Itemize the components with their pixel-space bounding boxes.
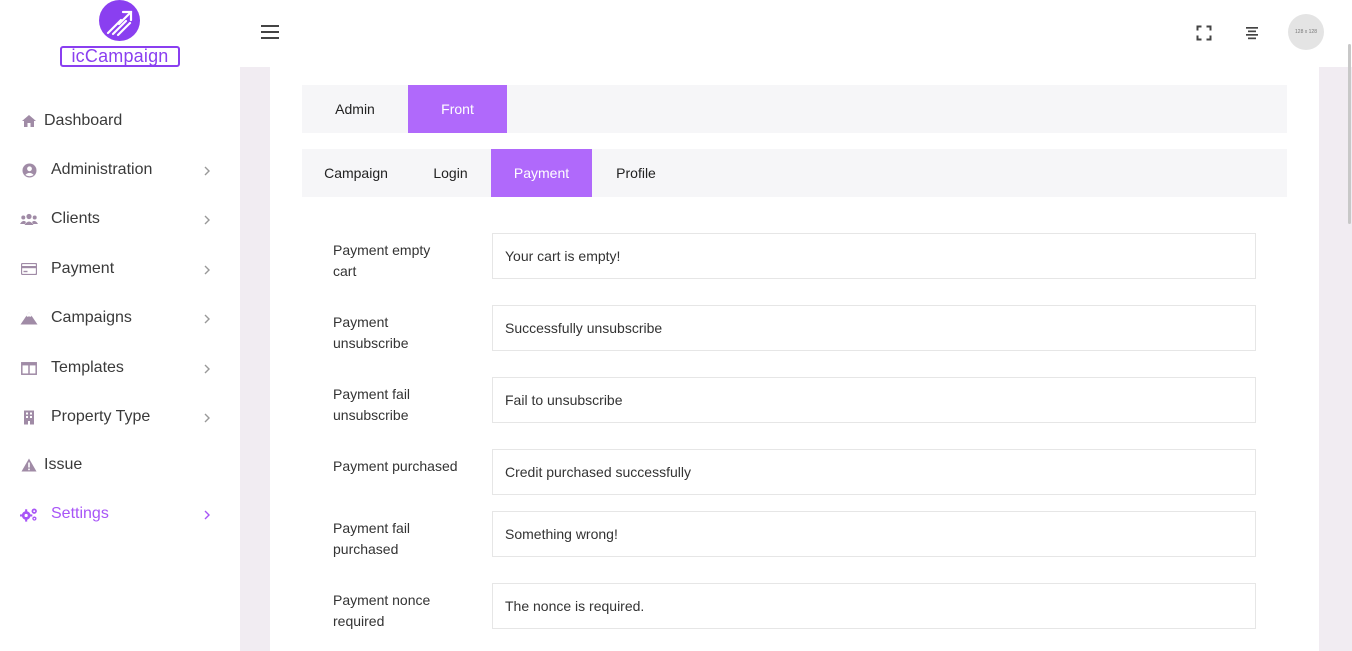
sidebar-item-label: Property Type	[51, 408, 151, 425]
warning-icon	[20, 457, 38, 473]
sidebar-item-templates[interactable]: Templates	[0, 353, 240, 383]
home-icon	[20, 113, 38, 129]
credit-card-icon	[20, 261, 38, 277]
sidebar-item-dashboard[interactable]: Dashboard	[0, 106, 240, 136]
settings-card: Admin Front Campaign Login Payment Profi…	[270, 67, 1319, 651]
sidebar-item-administration[interactable]: Administration	[0, 155, 240, 185]
chevron-right-icon	[203, 213, 211, 225]
scrollbar-thumb[interactable]	[1348, 44, 1351, 224]
sidebar-item-label: Campaigns	[51, 309, 132, 326]
chevron-right-icon	[203, 164, 211, 176]
sidebar-item-label: Administration	[51, 161, 153, 178]
avatar[interactable]: 128 x 128	[1288, 14, 1324, 50]
chevron-right-icon	[203, 312, 211, 324]
sidebar-item-property-type[interactable]: Property Type	[0, 402, 240, 432]
tab-profile[interactable]: Profile	[592, 149, 680, 197]
field-label: Payment unsubscribe	[333, 314, 409, 351]
field-label: Payment fail purchased	[333, 520, 411, 557]
chevron-right-icon	[203, 263, 211, 275]
tab-admin[interactable]: Admin	[302, 85, 408, 133]
sidebar-item-label: Dashboard	[44, 112, 123, 129]
sidebar-item-payment[interactable]: Payment	[0, 254, 240, 284]
field-label: Payment empty cart	[333, 242, 431, 279]
fullscreen-icon[interactable]	[1196, 25, 1212, 41]
sidebar-item-label: Issue	[44, 456, 83, 473]
tab-payment[interactable]: Payment	[491, 149, 592, 197]
payment-unsubscribe-input[interactable]	[492, 305, 1256, 351]
payment-empty-cart-input[interactable]	[492, 233, 1256, 279]
building-icon	[20, 409, 38, 425]
sidebar-item-settings[interactable]: Settings	[0, 499, 240, 529]
brand-logo[interactable]: icCampaign	[58, 0, 182, 70]
chevron-right-icon	[203, 508, 211, 520]
logo-icon	[99, 0, 140, 41]
users-icon	[20, 211, 38, 227]
primary-tab-bar: Admin Front	[302, 85, 1287, 133]
mountain-icon	[20, 310, 38, 326]
align-center-icon[interactable]	[1244, 25, 1260, 41]
columns-icon	[20, 360, 38, 376]
sidebar: icCampaign Dashboard Administration Clie…	[0, 0, 240, 651]
tab-front[interactable]: Front	[408, 85, 507, 133]
field-label: Payment nonce required	[333, 592, 431, 629]
sidebar-item-label: Clients	[51, 210, 100, 227]
payment-fail-unsubscribe-input[interactable]	[492, 377, 1256, 423]
gears-icon	[20, 506, 38, 522]
secondary-tab-bar: Campaign Login Payment Profile	[302, 149, 1287, 197]
hamburger-icon[interactable]	[261, 25, 279, 39]
field-label: Payment purchased	[333, 458, 458, 474]
field-label: Payment fail unsubscribe	[333, 386, 411, 423]
top-bar: 128 x 128	[240, 0, 1352, 67]
sidebar-item-label: Templates	[51, 359, 124, 376]
sidebar-item-campaigns[interactable]: Campaigns	[0, 303, 240, 333]
sidebar-item-label: Payment	[51, 260, 115, 277]
chevron-right-icon	[203, 362, 211, 374]
sidebar-item-issue[interactable]: Issue	[0, 450, 240, 480]
logo-text: icCampaign	[60, 46, 180, 67]
user-circle-icon	[20, 162, 38, 178]
payment-purchased-input[interactable]	[492, 449, 1256, 495]
tab-login[interactable]: Login	[410, 149, 491, 197]
sidebar-item-clients[interactable]: Clients	[0, 204, 240, 234]
payment-fail-purchased-input[interactable]	[492, 511, 1256, 557]
chevron-right-icon	[203, 411, 211, 423]
sidebar-item-label: Settings	[51, 505, 109, 522]
tab-campaign[interactable]: Campaign	[302, 149, 410, 197]
payment-nonce-required-input[interactable]	[492, 583, 1256, 629]
